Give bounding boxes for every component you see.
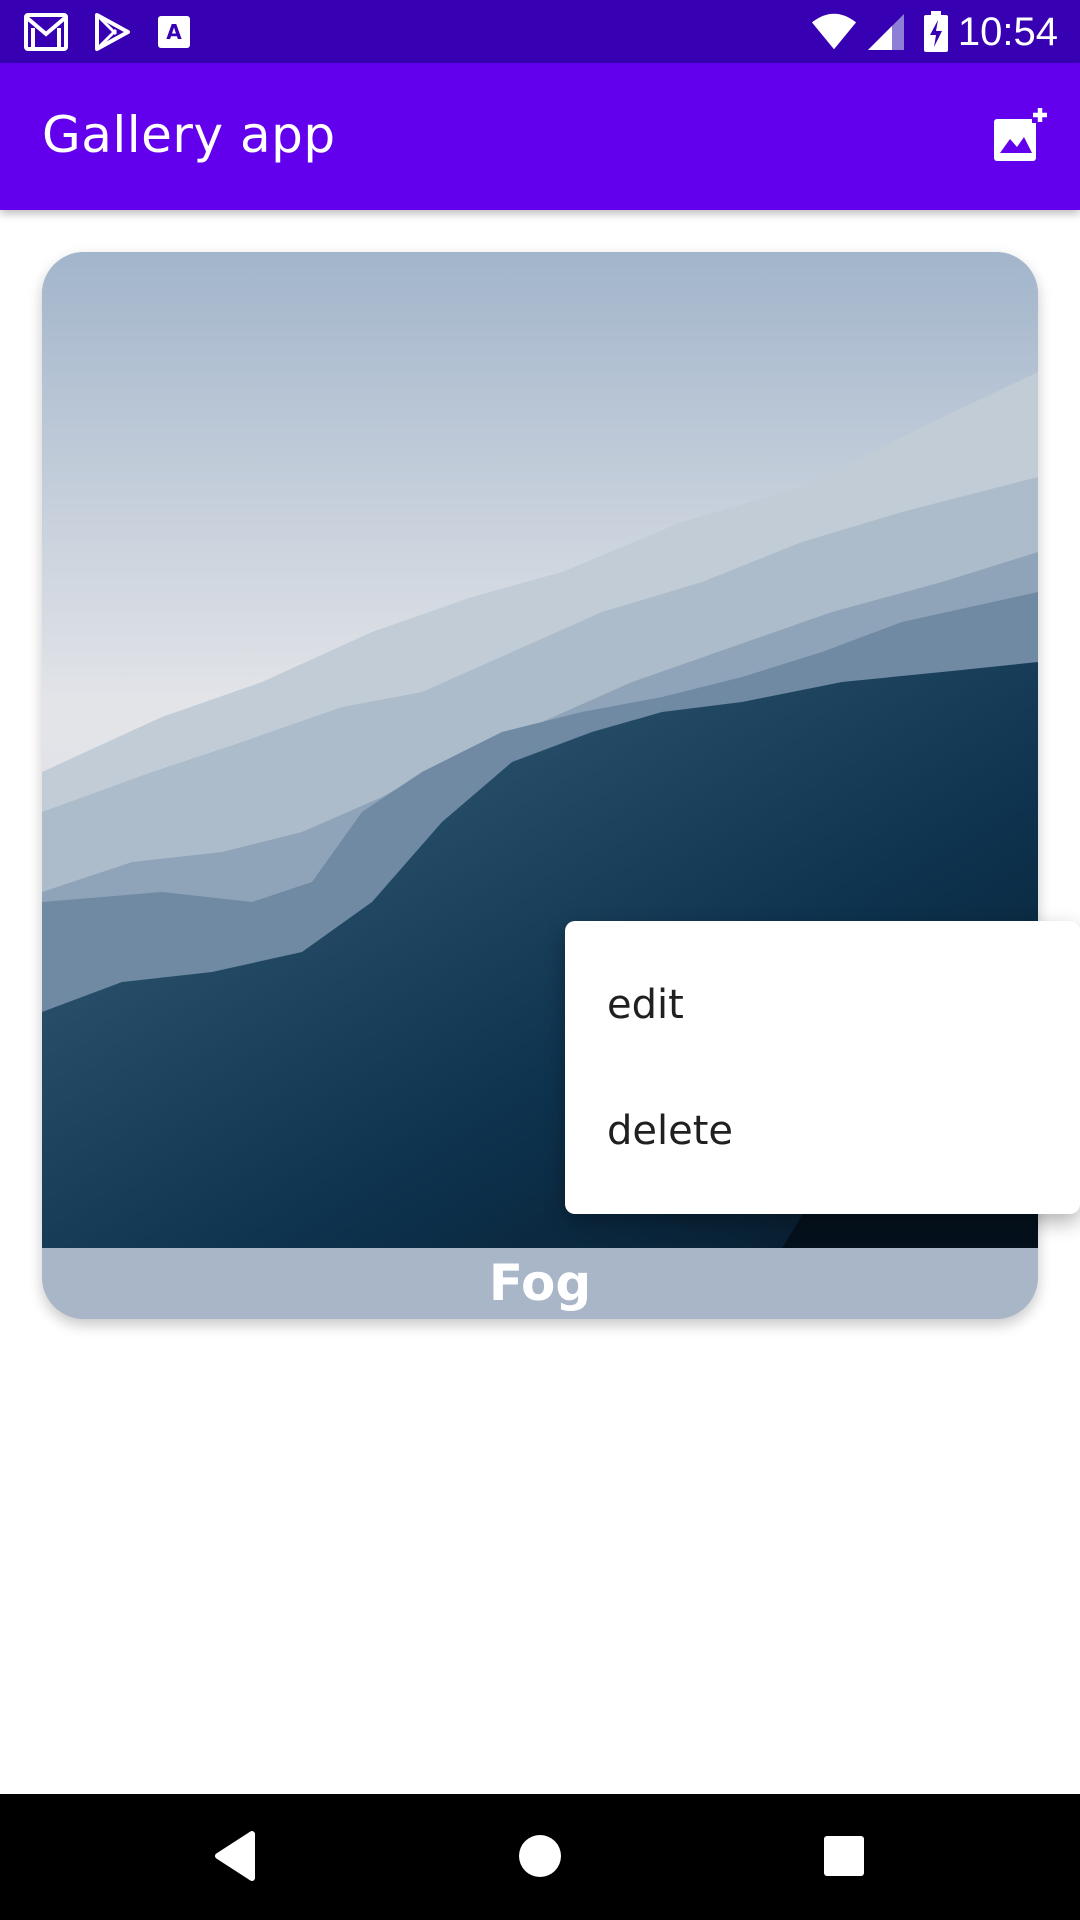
menu-item-label: delete xyxy=(607,1108,734,1154)
recents-icon xyxy=(823,1835,865,1882)
app-title: Gallery app xyxy=(42,106,336,164)
add-photo-button[interactable] xyxy=(988,105,1052,169)
status-time: 10:54 xyxy=(957,10,1058,54)
gmail-icon xyxy=(22,10,70,54)
menu-item-edit[interactable]: edit xyxy=(565,942,1080,1068)
app-bar: Gallery app xyxy=(0,63,1080,210)
menu-item-label: edit xyxy=(607,982,684,1028)
cell-signal-icon xyxy=(862,10,910,54)
wifi-icon xyxy=(810,10,858,54)
menu-item-delete[interactable]: delete xyxy=(565,1068,1080,1194)
gallery-image-title: Fog xyxy=(42,1248,1038,1319)
context-menu: edit delete xyxy=(565,921,1080,1214)
play-store-icon xyxy=(88,10,136,54)
home-button[interactable] xyxy=(498,1816,582,1900)
add-photo-icon xyxy=(992,106,1048,168)
home-icon xyxy=(517,1833,563,1884)
accessibility-a-icon: A xyxy=(150,10,198,54)
battery-charging-icon xyxy=(912,10,960,54)
recents-button[interactable] xyxy=(802,1816,886,1900)
svg-text:A: A xyxy=(166,20,182,44)
back-button[interactable] xyxy=(194,1816,278,1900)
back-icon xyxy=(212,1830,260,1887)
gallery-content: Fog edit delete xyxy=(0,210,1080,1794)
status-bar: A 10:54 xyxy=(0,0,1080,63)
navigation-bar xyxy=(0,1794,1080,1920)
